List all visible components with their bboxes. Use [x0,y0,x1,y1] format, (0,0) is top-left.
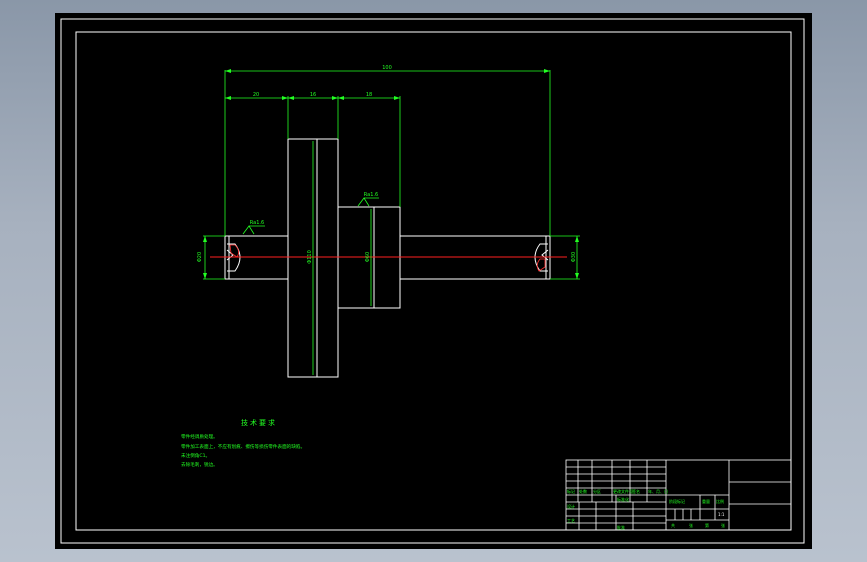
tb-stage: 阶段标记 [669,498,685,504]
tech-req-line-3: 未注倒角C1。 [181,452,210,459]
dim-dia-right: Φ30 [571,252,577,262]
tb-total: 共 [671,522,675,528]
roughness-symbol-hub [357,197,379,207]
dim-overall: 100 [382,65,392,71]
tb-scale-value: 1:1 [718,512,725,517]
cad-drawing: 100 20 16 18 Φ20 Φ30 Φ110 Φ60 Ra1.6 Ra1.… [60,18,805,544]
tech-req-line-1: 零件经调质处理。 [181,433,218,440]
tb-col-zone: 分区 [593,488,601,494]
dim-seg-right: 18 [366,92,372,98]
drawing-sheet: 100 20 16 18 Φ20 Φ30 Φ110 Φ60 Ra1.6 Ra1.… [55,13,812,549]
dim-dia-left: Φ20 [197,252,203,262]
shaft-outline [224,138,551,378]
tech-req-title: 技术要求 [241,418,277,427]
tb-approve: 批准 [617,524,625,530]
dim-dia-hub: Φ60 [365,252,371,262]
tb-scale-label: 比例 [716,498,724,504]
roughness-label-hub: Ra1.6 [364,192,378,198]
tb-standardize: 标准化 [617,496,629,502]
dim-seg-left: 20 [253,92,259,98]
tech-req-line-2: 零件加工表面上，不应有划痕、擦伤等损伤零件表面的缺陷。 [181,443,305,450]
dim-seg-mid: 16 [310,92,316,98]
tb-col-count: 处数 [579,488,587,494]
tb-sheets-2: 张 [721,522,725,528]
dim-dia-flange: Φ110 [307,250,313,263]
center-hole-right-hatch [536,258,546,272]
roughness-symbol-left [242,225,265,235]
tb-sheets-1: 张 [689,522,693,528]
tb-design: 设计 [567,503,575,509]
outer-border [60,18,805,544]
tech-req-line-4: 去除毛刺，锐边。 [181,461,218,468]
tb-process: 工艺 [567,518,575,523]
roughness-label-left: Ra1.6 [250,220,264,226]
tb-col-date: 年、月、日 [648,488,668,494]
tb-nth: 第 [705,522,709,528]
tech-requirements: 技术要求 零件经调质处理。 零件加工表面上，不应有划痕、擦伤等损伤零件表面的缺陷… [181,418,305,468]
tb-col-sign: 签名 [632,488,640,494]
tb-weight: 重量 [702,498,710,504]
dimension-arrows [203,69,579,279]
tb-col-docno: 更改文件号 [613,488,633,494]
title-block [565,459,792,531]
tb-col-mark: 标记 [567,488,575,494]
